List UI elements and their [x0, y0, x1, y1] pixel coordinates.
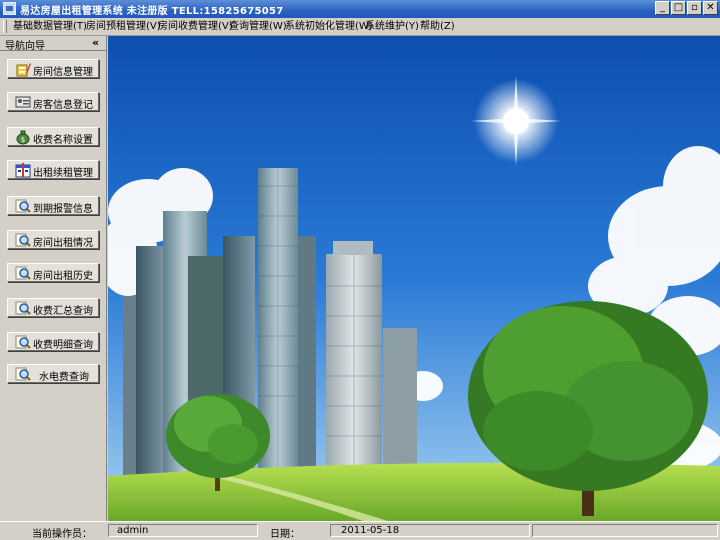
nav-fee-summary-button[interactable]: 收费汇总查询	[7, 298, 99, 317]
title-bar[interactable]: 易达房屋出租管理系统 未注册版 TELL:15825675057 _ □ ▫ ✕	[0, 0, 720, 18]
nav-item-label: 房客信息登记	[33, 100, 93, 111]
nav-room-rental-status-button[interactable]: 房间出租情况	[7, 230, 99, 249]
nav-item-label: 水电费查询	[39, 372, 89, 383]
menu-query[interactable]: 查询管理(W)	[229, 20, 287, 33]
nav-tenant-register-button[interactable]: 房客信息登记	[7, 92, 99, 111]
nav-item-label: 收费汇总查询	[33, 306, 93, 317]
magnifier-summary-icon	[15, 301, 31, 315]
svg-text:$: $	[21, 136, 25, 144]
operator-label: 当前操作员：	[32, 529, 92, 540]
nav-fee-names-button[interactable]: $ 收费名称设置	[7, 127, 99, 146]
menu-room-charges[interactable]: 房间收费管理(V)	[158, 20, 233, 33]
nav-rent-renew-button[interactable]: 出租续租管理	[7, 160, 99, 179]
nav-fee-detail-button[interactable]: 收费明细查询	[7, 332, 99, 351]
magnifier-utility-icon	[15, 367, 31, 381]
house-edit-icon	[16, 63, 31, 77]
date-label: 日期：	[270, 529, 300, 540]
cityscape-illustration	[108, 36, 720, 521]
tenant-card-icon	[15, 96, 31, 108]
nav-header: 导航向导 «	[0, 36, 106, 52]
nav-room-rental-history-button[interactable]: 房间出租历史	[7, 263, 99, 282]
magnifier-report-icon	[15, 233, 31, 247]
menu-bar: 基础数据管理(T) 房间预租管理(V) 房间收费管理(V) 查询管理(W) 系统…	[0, 18, 720, 36]
nav-item-label: 收费名称设置	[33, 135, 93, 146]
restore-button[interactable]: ▫	[687, 1, 702, 15]
menu-help[interactable]: 帮助(Z)	[420, 20, 455, 33]
menu-room-reservation[interactable]: 房间预租管理(V)	[86, 20, 161, 33]
nav-panel: 导航向导 « 房间信息管理 房客信息登记 $ 收费名称设置 出租续租管理 到期报…	[0, 36, 107, 521]
nav-item-label: 到期报警信息	[33, 204, 93, 215]
status-empty-cell	[532, 524, 718, 537]
operator-value: admin	[117, 525, 149, 536]
app-icon	[3, 2, 16, 15]
nav-expiry-alert-button[interactable]: 到期报警信息	[7, 196, 99, 215]
close-button[interactable]: ✕	[703, 1, 718, 15]
status-bar: 当前操作员： admin 日期： 2011-05-18	[0, 521, 720, 540]
nav-item-label: 出租续租管理	[33, 168, 93, 179]
rent-calendar-icon	[15, 163, 31, 178]
money-bag-icon: $	[16, 130, 30, 145]
magnifier-detail-icon	[15, 335, 31, 349]
nav-room-info-button[interactable]: 房间信息管理	[7, 59, 99, 78]
date-value: 2011-05-18	[341, 525, 400, 536]
nav-title: 导航向导	[5, 41, 45, 52]
main-background	[108, 36, 720, 521]
menu-basic-data[interactable]: 基础数据管理(T)	[13, 20, 87, 33]
nav-item-label: 房间信息管理	[33, 67, 93, 78]
nav-item-label: 房间出租历史	[33, 271, 93, 282]
maximize-button[interactable]: □	[671, 1, 686, 15]
menu-system-maintenance[interactable]: 系统维护(Y)	[365, 20, 419, 33]
window-title: 易达房屋出租管理系统 未注册版 TELL:15825675057	[20, 6, 284, 17]
nav-item-label: 房间出租情况	[33, 238, 93, 249]
menu-grip[interactable]	[3, 20, 7, 33]
nav-item-label: 收费明细查询	[33, 340, 93, 351]
magnifier-history-icon	[15, 266, 31, 280]
magnifier-alert-icon	[15, 199, 31, 213]
menu-system-init[interactable]: 系统初始化管理(W)	[285, 20, 373, 33]
collapse-icon[interactable]: «	[92, 36, 99, 49]
nav-utility-query-button[interactable]: 水电费查询	[7, 364, 99, 383]
minimize-button[interactable]: _	[655, 1, 670, 15]
